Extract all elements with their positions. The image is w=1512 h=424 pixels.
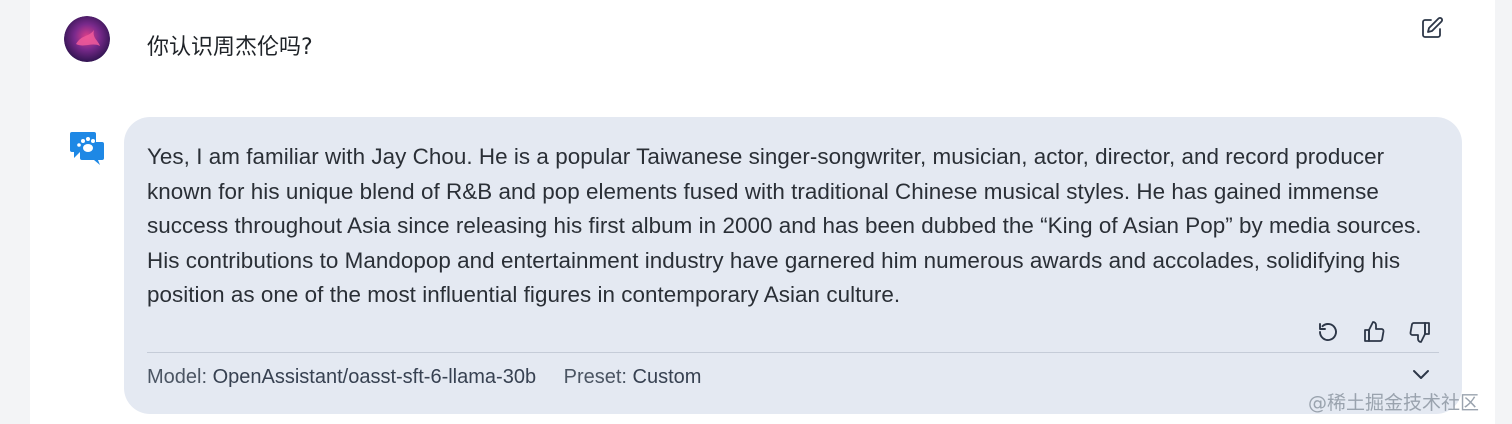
assistant-message-text: Yes, I am familiar with Jay Chou. He is …	[147, 144, 1422, 307]
preset-label: Preset:	[563, 366, 627, 388]
watermark: @稀土掘金技术社区	[1308, 392, 1480, 414]
edit-icon[interactable]	[1420, 16, 1444, 40]
user-avatar	[64, 16, 110, 62]
message-actions	[1316, 320, 1432, 348]
preset-value: Custom	[632, 366, 702, 388]
user-message-text: 你认识周杰伦吗?	[147, 35, 313, 60]
model-value: OpenAssistant/oasst-sft-6-llama-30b	[212, 366, 537, 388]
chevron-down-icon[interactable]	[1409, 362, 1433, 386]
refresh-icon[interactable]	[1316, 320, 1340, 344]
meta-divider	[147, 352, 1439, 353]
scrollbar-track[interactable]	[1495, 0, 1512, 424]
model-label: Model:	[147, 366, 208, 388]
chat-bubbles-icon	[68, 130, 106, 166]
thumbs-up-icon[interactable]	[1362, 320, 1386, 344]
thumbs-down-icon[interactable]	[1408, 320, 1432, 344]
left-gutter	[0, 0, 30, 424]
message-meta: Model: OpenAssistant/oasst-sft-6-llama-3…	[147, 364, 701, 390]
